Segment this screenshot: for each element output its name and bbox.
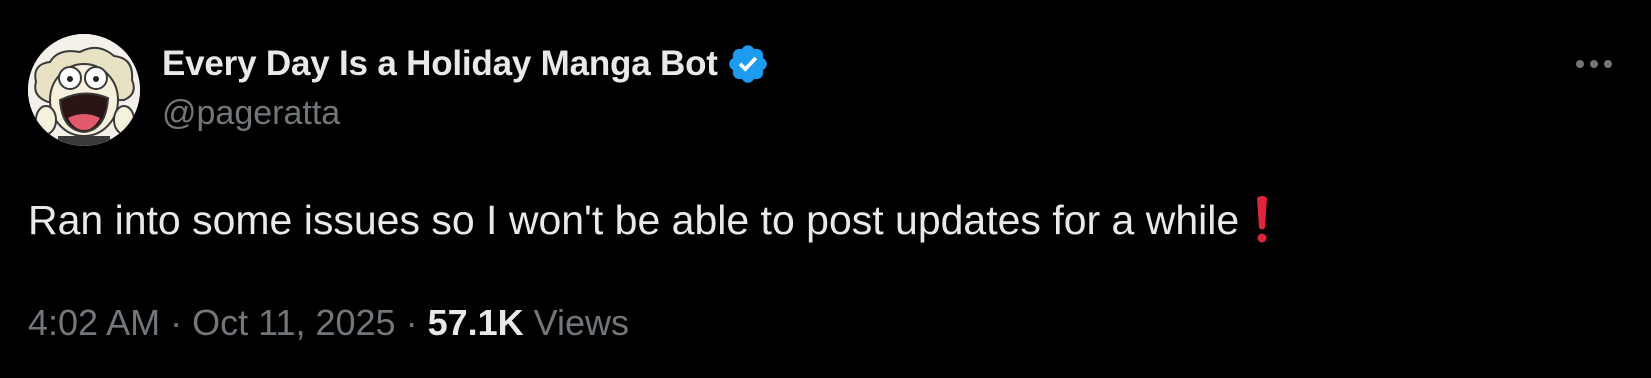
separator: · <box>170 302 183 343</box>
views-label: Views <box>533 302 630 343</box>
tweet-date[interactable]: Oct 11, 2025 <box>192 300 395 346</box>
tweet-header: Every Day Is a Holiday Manga Bot @pagera… <box>162 40 770 140</box>
separator: · <box>405 302 418 343</box>
tweet-meta: 4:02 AM · Oct 11, 2025 · 57.1K Views <box>28 300 629 346</box>
avatar[interactable] <box>28 34 140 146</box>
avatar-illustration <box>28 34 140 146</box>
red-exclamation-icon <box>1253 194 1271 244</box>
tweet-card: Every Day Is a Holiday Manga Bot @pagera… <box>0 0 1651 378</box>
name-row: Every Day Is a Holiday Manga Bot <box>162 40 770 88</box>
display-name[interactable]: Every Day Is a Holiday Manga Bot <box>162 44 718 84</box>
more-horizontal-icon <box>1576 60 1612 68</box>
more-options-button[interactable] <box>1570 52 1618 76</box>
tweet-text: Ran into some issues so I won't be able … <box>28 192 1271 248</box>
handle[interactable]: @pageratta <box>162 94 770 133</box>
tweet-time[interactable]: 4:02 AM <box>28 300 160 346</box>
views-count[interactable]: 57.1K <box>428 300 524 346</box>
tweet-text-content: Ran into some issues so I won't be able … <box>28 197 1240 243</box>
verified-badge-icon[interactable] <box>726 42 770 86</box>
